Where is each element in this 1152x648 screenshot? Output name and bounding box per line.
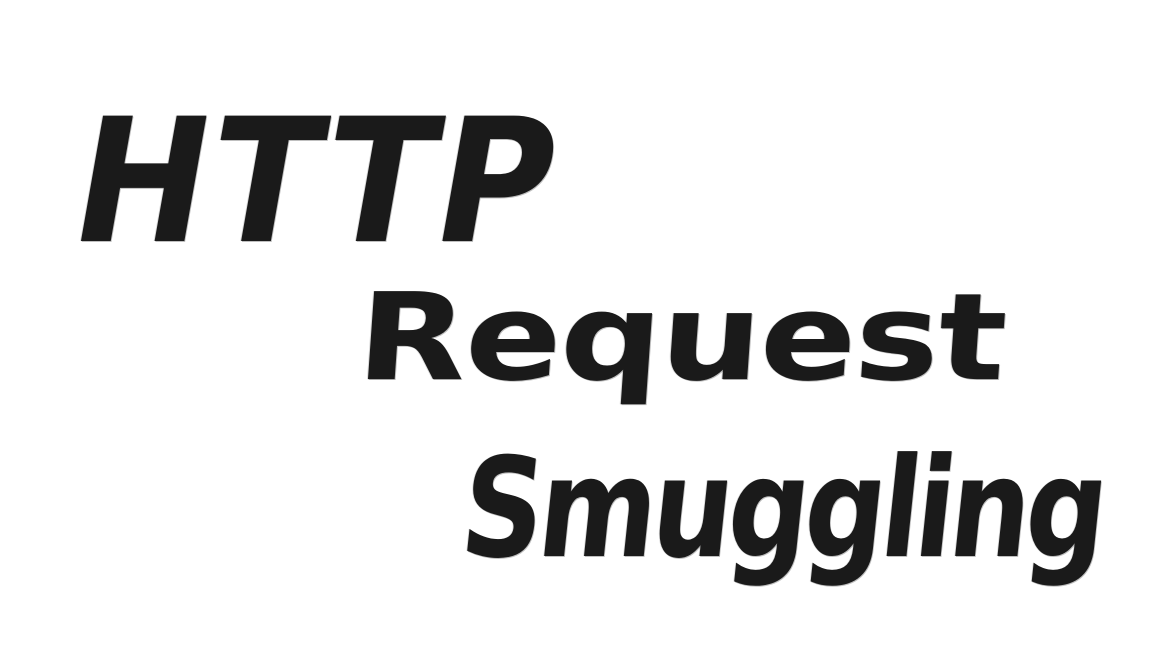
handwritten-line-smuggling: Smuggling xyxy=(454,428,1112,589)
handwritten-line-request: Request xyxy=(352,267,1010,409)
handwritten-line-http: HTTP xyxy=(59,81,576,282)
drawing-canvas: HTTP Request Smuggling xyxy=(0,0,1152,648)
